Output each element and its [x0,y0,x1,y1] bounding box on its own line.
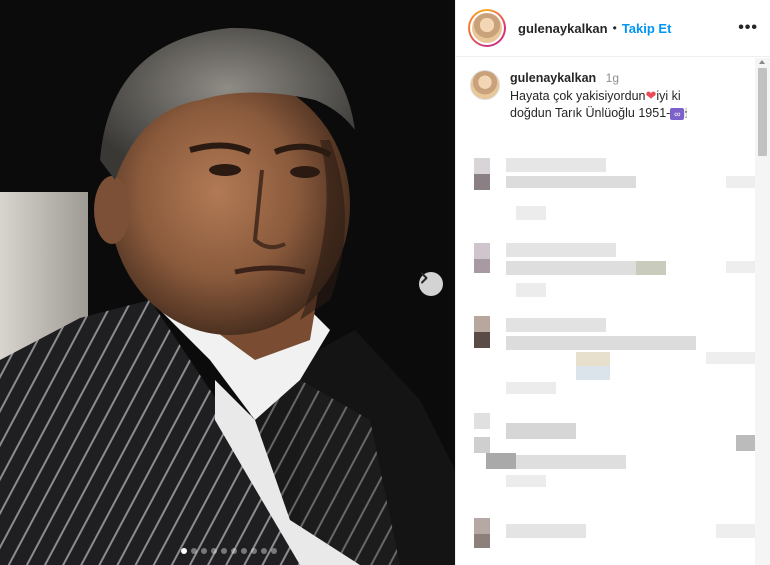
caption-body: gulenaykalkan 1g Hayata çok yakisiyordun… [510,70,687,123]
carousel-dot [221,548,227,554]
portrait-image [0,0,455,565]
username-link[interactable]: gulenaykalkan [518,21,608,36]
candle-emoji-icon: 🕯 [684,108,688,120]
scroll-up-icon[interactable] [759,60,765,64]
blurred-comment [456,316,756,396]
avatar-inner [470,11,504,45]
carousel-dot [251,548,257,554]
avatar [472,13,502,43]
blurred-comment [456,158,756,228]
caption-text-line1: Hayata çok yakisiyordun [510,89,646,103]
instagram-post-view: gulenaykalkan • Takip Et ••• gulenaykalk… [0,0,770,565]
caption-avatar[interactable] [470,70,500,100]
avatar-story-ring[interactable] [468,9,506,47]
follow-button[interactable]: Takip Et [622,21,672,36]
heart-emoji-icon: ❤ [645,88,657,103]
post-side-panel: gulenaykalkan • Takip Et ••• gulenaykalk… [455,0,770,565]
post-caption: gulenaykalkan 1g Hayata çok yakisiyordun… [456,58,756,123]
next-slide-button[interactable] [419,272,443,296]
post-header: gulenaykalkan • Takip Et ••• [456,0,770,57]
comments-list[interactable]: gulenaykalkan 1g Hayata çok yakisiyordun… [456,58,756,565]
carousel-dot [231,548,237,554]
carousel-dot [211,548,217,554]
carousel-dot [261,548,267,554]
blurred-comment [456,243,756,303]
blurred-comment [456,518,756,558]
more-options-icon[interactable]: ••• [738,19,758,37]
caption-time[interactable]: 1g [606,71,619,85]
caption-username[interactable]: gulenaykalkan [510,71,596,85]
caption-text-line1b: iyi ki [656,89,681,103]
infinity-emoji-icon: ∞ [670,107,685,120]
carousel-dot [201,548,207,554]
carousel-indicator [181,548,277,554]
carousel-dot [191,548,197,554]
separator-dot: • [612,21,617,35]
carousel-dot [181,548,187,554]
comments-scrollbar[interactable] [755,58,770,565]
caption-text-line2: doğdun Tarık Ünlüoğlu 1951- [510,106,671,120]
carousel-dot [271,548,277,554]
scrollbar-thumb[interactable] [758,68,767,156]
blurred-comment [456,413,756,493]
carousel-dot [241,548,247,554]
post-photo[interactable] [0,0,455,565]
chevron-right-icon [421,272,428,284]
